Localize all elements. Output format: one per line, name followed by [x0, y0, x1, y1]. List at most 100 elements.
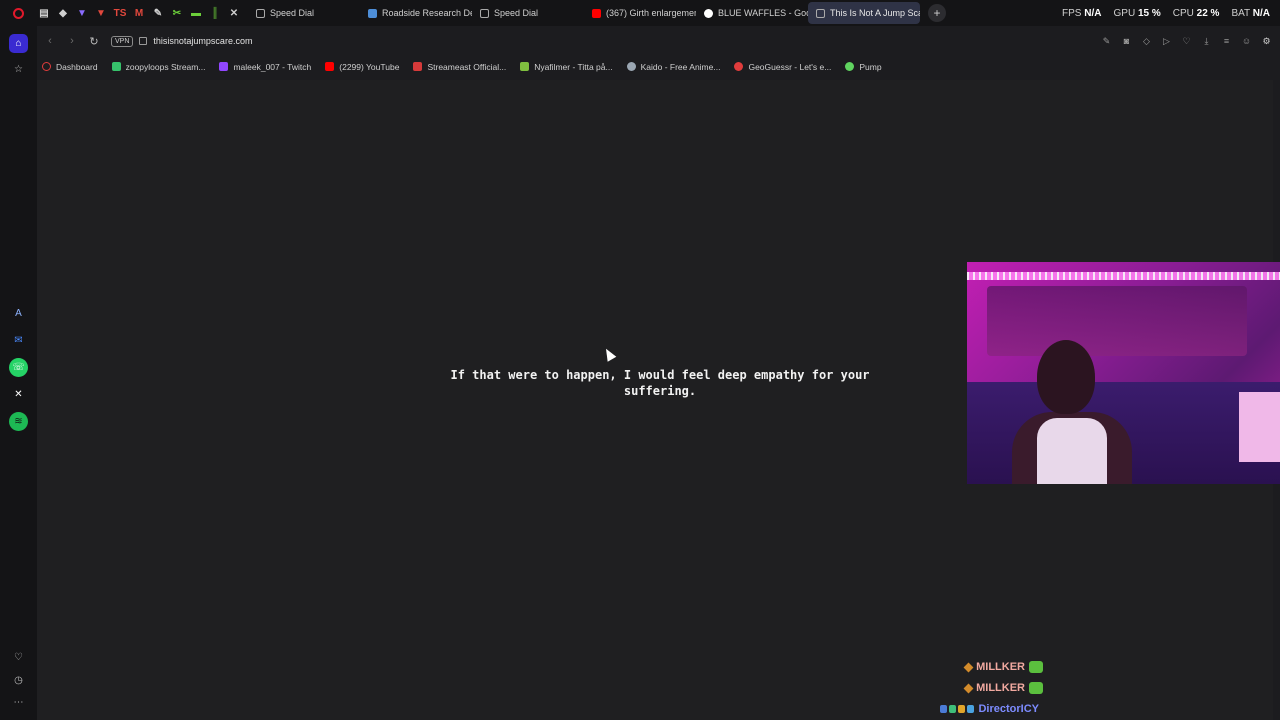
shield-icon[interactable]: ◇: [1141, 36, 1152, 47]
chart-icon[interactable]: ║: [207, 5, 223, 21]
menu-icon[interactable]: ≡: [1221, 36, 1232, 47]
bookmark-icon[interactable]: ▬: [188, 5, 204, 21]
chat-overlay: MILLKER MILLKER DirectorICY: [940, 659, 1043, 717]
messenger-icon[interactable]: ✉: [9, 331, 28, 350]
bookmarks-bar: Dashboard zoopyloops Stream... maleek_00…: [42, 58, 882, 75]
lock-icon[interactable]: [139, 37, 148, 45]
cpu-stat: CPU 22 %: [1172, 7, 1220, 19]
x-icon[interactable]: ✕: [226, 5, 242, 21]
x-twitter-icon[interactable]: ✕: [9, 385, 28, 404]
brave-icon[interactable]: ▼: [93, 5, 109, 21]
hardware-stats: FPS N/A GPU 15 % CPU 22 % BAT N/A: [1062, 0, 1270, 26]
chat-message: DirectorICY: [940, 701, 1043, 717]
google-icon: [704, 8, 713, 18]
page-icon: [816, 8, 825, 18]
opera-logo-icon[interactable]: [0, 0, 36, 26]
bookmark-kaido[interactable]: Kaido - Free Anime...: [626, 62, 720, 72]
document-icon[interactable]: ▤: [36, 5, 52, 21]
profile-icon[interactable]: ☺: [1241, 36, 1252, 47]
new-tab-button[interactable]: +: [928, 4, 946, 22]
sidebar: ⌂ ☆ A ✉ ☏ ✕ ≋ ♡ ◷ ⋯: [0, 26, 37, 720]
kick-icon: [111, 62, 121, 71]
spotify-icon[interactable]: ≋: [9, 412, 28, 431]
history-icon[interactable]: ◷: [9, 671, 28, 690]
bookmark-twitch[interactable]: maleek_007 - Twitch: [219, 62, 311, 72]
nyafilmer-icon: [520, 62, 530, 71]
bookmark-youtube[interactable]: (2299) YouTube: [325, 62, 399, 72]
star-icon[interactable]: ☆: [9, 60, 28, 79]
whatsapp-icon[interactable]: ☏: [9, 358, 28, 377]
chat-username: MILLKER: [976, 661, 1025, 673]
address-bar-row: ‹ › ↻ VPN thisisnotajumpscare.com ✎ ◙ ◇ …: [37, 30, 1280, 52]
edit-icon[interactable]: ✎: [1101, 36, 1112, 47]
scissors-icon[interactable]: ✂: [169, 5, 185, 21]
back-icon[interactable]: ‹: [41, 32, 59, 50]
emote-icon: [1029, 661, 1043, 673]
bookmark-nyafilmer[interactable]: Nyafilmer - Titta på...: [520, 62, 613, 72]
heart-icon[interactable]: ♡: [1181, 36, 1192, 47]
forward-icon[interactable]: ›: [63, 32, 81, 50]
settings-icon[interactable]: ⚙: [1261, 36, 1272, 47]
badges-group: [940, 705, 975, 713]
reload-icon[interactable]: ↻: [85, 32, 103, 50]
chat-message: MILLKER: [953, 680, 1043, 696]
steam-icon: [368, 8, 377, 18]
badge-icon: [963, 662, 974, 672]
emote-icon: [1029, 682, 1043, 694]
streameast-icon: [413, 62, 423, 71]
bookmark-pump[interactable]: Pump: [845, 62, 882, 72]
map-pin-icon: [734, 62, 744, 71]
vpn-badge[interactable]: VPN: [111, 35, 134, 47]
pump-icon: [845, 62, 855, 71]
fps-stat: FPS N/A: [1062, 7, 1102, 19]
tab-youtube[interactable]: (367) Girth enlargement c: [584, 2, 696, 24]
aria-icon[interactable]: A: [9, 304, 28, 323]
shield-icon[interactable]: ▼: [74, 5, 90, 21]
gpu-stat: GPU 15 %: [1113, 7, 1161, 19]
home-icon[interactable]: ⌂: [9, 34, 28, 53]
download-icon[interactable]: ⤓: [1201, 36, 1212, 47]
more-icon[interactable]: ⋯: [9, 693, 28, 712]
badge-icon: [963, 683, 974, 693]
bookmark-dashboard[interactable]: Dashboard: [42, 62, 98, 72]
page-message: If that were to happen, I would feel dee…: [450, 368, 870, 398]
tab-google[interactable]: BLUE WAFFLES - Google S: [696, 2, 808, 24]
pink-box: [1239, 392, 1280, 462]
youtube-icon: [325, 62, 335, 71]
tab-roadside-research[interactable]: Roadside Research Demo: [360, 2, 472, 24]
bookmark-streameast[interactable]: Streameast Official...: [413, 62, 506, 72]
led-lights: [967, 272, 1280, 280]
person-shirt: [1037, 418, 1107, 484]
tradingview-icon[interactable]: TS: [112, 5, 128, 21]
webcam-overlay: [967, 262, 1280, 484]
speed-dial-icon: [480, 8, 489, 18]
browser-window: ▤ ◆ ▼ ▼ TS M ✎ ✂ ▬ ║ ✕ Speed Dial Roadsi…: [0, 0, 1280, 720]
badge-icon: [958, 705, 966, 713]
camera-icon[interactable]: ◙: [1121, 36, 1132, 47]
chat-username: MILLKER: [976, 682, 1025, 694]
twitch-icon: [219, 62, 229, 71]
heart-icon[interactable]: ♡: [9, 648, 28, 667]
person-head: [1037, 340, 1095, 414]
edit-icon[interactable]: ✎: [150, 5, 166, 21]
tab-label: This Is Not A Jump Scare: [830, 8, 920, 18]
url-field[interactable]: thisisnotajumpscare.com: [153, 36, 252, 46]
bookmark-geoguessr[interactable]: GeoGuessr - Let's e...: [734, 62, 831, 72]
diamond-icon[interactable]: ◆: [55, 5, 71, 21]
tab-speed-dial-2[interactable]: Speed Dial: [472, 2, 584, 24]
tab-label: BLUE WAFFLES - Google S: [718, 8, 808, 18]
play-icon[interactable]: ▷: [1161, 36, 1172, 47]
tab-speed-dial-1[interactable]: Speed Dial: [248, 2, 360, 24]
gmail-icon[interactable]: M: [131, 5, 147, 21]
pinned-tabs: ▤ ◆ ▼ ▼ TS M ✎ ✂ ▬ ║ ✕: [36, 0, 248, 26]
tab-jump-scare[interactable]: This Is Not A Jump Scare: [808, 2, 920, 24]
dashboard-icon: [42, 62, 51, 71]
badge-icon: [967, 705, 975, 713]
speed-dial-icon: [256, 8, 265, 18]
bookmark-zoopyloops[interactable]: zoopyloops Stream...: [111, 62, 205, 72]
tab-label: Speed Dial: [270, 8, 315, 18]
tab-bar: ▤ ◆ ▼ ▼ TS M ✎ ✂ ▬ ║ ✕ Speed Dial Roadsi…: [0, 0, 1280, 26]
badge-icon: [940, 705, 948, 713]
youtube-icon: [592, 8, 601, 18]
tab-label: Roadside Research Demo: [382, 8, 472, 18]
